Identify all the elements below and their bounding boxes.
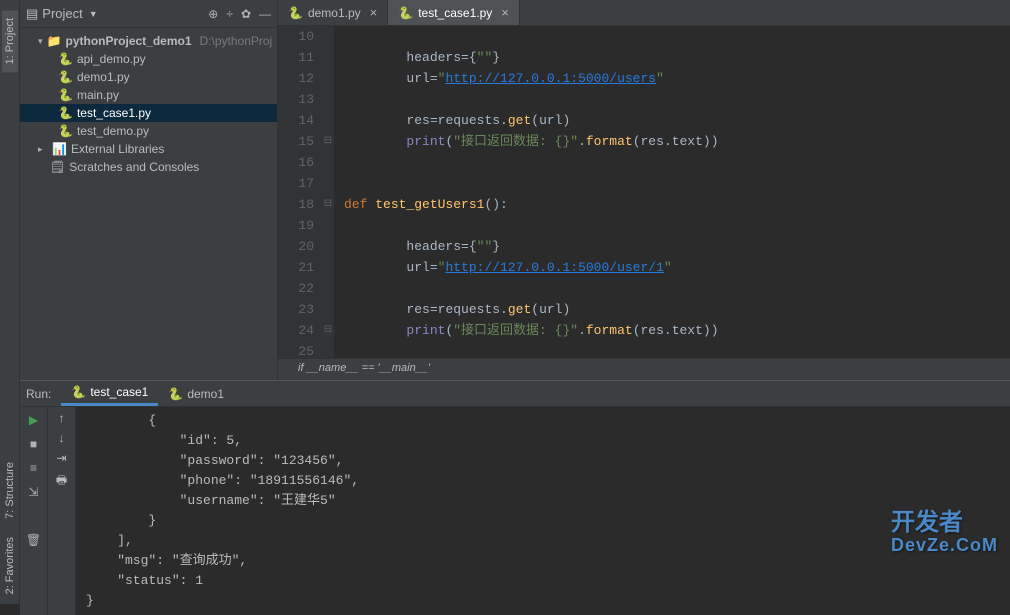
run-tab[interactable]: 🐍demo1	[158, 383, 234, 405]
python-file-icon: 🐍	[58, 124, 73, 138]
python-icon: 🐍	[71, 385, 86, 399]
up-button[interactable]: ↑	[59, 411, 65, 425]
run-tab-active[interactable]: 🐍test_case1	[61, 381, 158, 406]
close-icon[interactable]: ×	[501, 5, 509, 20]
file-item[interactable]: 🐍main.py	[20, 86, 277, 104]
run-tool-window: Run: 🐍test_case1 🐍demo1 ▶ ■ ≡ ⇲ 🗑 ↑ ↓ ⇥ …	[20, 380, 1010, 615]
fold-gutter[interactable]: ⊟⊟⊟	[322, 26, 334, 358]
breadcrumb[interactable]: if __name__ == '__main__'	[278, 358, 1010, 380]
scratches-item[interactable]: 🗒 Scratches and Consoles	[20, 158, 277, 176]
project-tree: ▾ 📁 pythonProject_demo1 D:\pythonProj 🐍a…	[20, 28, 277, 180]
python-file-icon: 🐍	[58, 106, 73, 120]
tree-root[interactable]: ▾ 📁 pythonProject_demo1 D:\pythonProj	[20, 32, 277, 50]
tool-window-bar-left: 1: Project 7: Structure 2: Favorites	[0, 0, 20, 604]
editor-tab[interactable]: 🐍 demo1.py ×	[278, 0, 388, 25]
file-item-selected[interactable]: 🐍test_case1.py	[20, 104, 277, 122]
run-label: Run:	[26, 387, 51, 401]
python-icon: 🐍	[168, 387, 183, 401]
rerun-button[interactable]: ▶	[25, 411, 43, 429]
project-select-icon[interactable]: ▤	[26, 6, 38, 22]
close-button[interactable]	[25, 507, 43, 525]
python-file-icon: 🐍	[58, 70, 73, 84]
editor-panel: 🐍 demo1.py × 🐍 test_case1.py × 101112131…	[278, 0, 1010, 380]
wrap-button[interactable]: ⇥	[56, 451, 66, 465]
python-file-icon: 🐍	[58, 52, 73, 66]
run-header: Run: 🐍test_case1 🐍demo1	[20, 381, 1010, 407]
folder-icon: 📁	[47, 34, 62, 48]
lib-icon: 📊	[52, 142, 67, 156]
run-toolbar: ▶ ■ ≡ ⇲ 🗑	[20, 407, 48, 615]
editor-tabs: 🐍 demo1.py × 🐍 test_case1.py ×	[278, 0, 1010, 26]
python-file-icon: 🐍	[288, 6, 303, 20]
locate-icon[interactable]: ⊕	[208, 7, 218, 21]
run-toolbar-2: ↑ ↓ ⇥ 🖶	[48, 407, 76, 615]
project-panel-title: Project	[42, 6, 82, 21]
hide-icon[interactable]: —	[259, 7, 271, 21]
favorites-tool-tab[interactable]: 2: Favorites	[2, 529, 18, 602]
external-libraries[interactable]: ▸📊 External Libraries	[20, 140, 277, 158]
stop-button[interactable]: ■	[25, 435, 43, 453]
print-button[interactable]: 🖶	[56, 471, 67, 492]
layout-button[interactable]: ≡	[25, 459, 43, 477]
delete-button[interactable]: 🗑	[25, 531, 43, 549]
watermark: 开发者 DevZe.CoM	[891, 510, 998, 556]
file-item[interactable]: 🐍demo1.py	[20, 68, 277, 86]
scratches-icon: 🗒	[50, 160, 65, 174]
file-item[interactable]: 🐍api_demo.py	[20, 50, 277, 68]
structure-tool-tab[interactable]: 7: Structure	[2, 454, 18, 527]
file-item[interactable]: 🐍test_demo.py	[20, 122, 277, 140]
python-file-icon: 🐍	[398, 6, 413, 20]
down-button[interactable]: ↓	[59, 431, 65, 445]
project-panel: ▤ Project ▼ ⊕ ÷ ✿ — ▾ 📁 pythonProject_de…	[20, 0, 278, 380]
settings-icon[interactable]: ✿	[241, 7, 251, 21]
run-output[interactable]: { "id": 5, "password": "123456", "phone"…	[76, 407, 1010, 615]
expand-icon[interactable]: ÷	[226, 7, 233, 21]
python-file-icon: 🐍	[58, 88, 73, 102]
project-tool-tab[interactable]: 1: Project	[2, 10, 18, 72]
pin-button[interactable]: ⇲	[25, 483, 43, 501]
line-number-gutter[interactable]: 10111213141516171819202122232425	[278, 26, 322, 358]
code-editor[interactable]: headers={""} url="http://127.0.0.1:5000/…	[334, 26, 1010, 358]
project-panel-header: ▤ Project ▼ ⊕ ÷ ✿ —	[20, 0, 277, 28]
close-icon[interactable]: ×	[370, 5, 378, 20]
editor-tab-active[interactable]: 🐍 test_case1.py ×	[388, 0, 520, 25]
